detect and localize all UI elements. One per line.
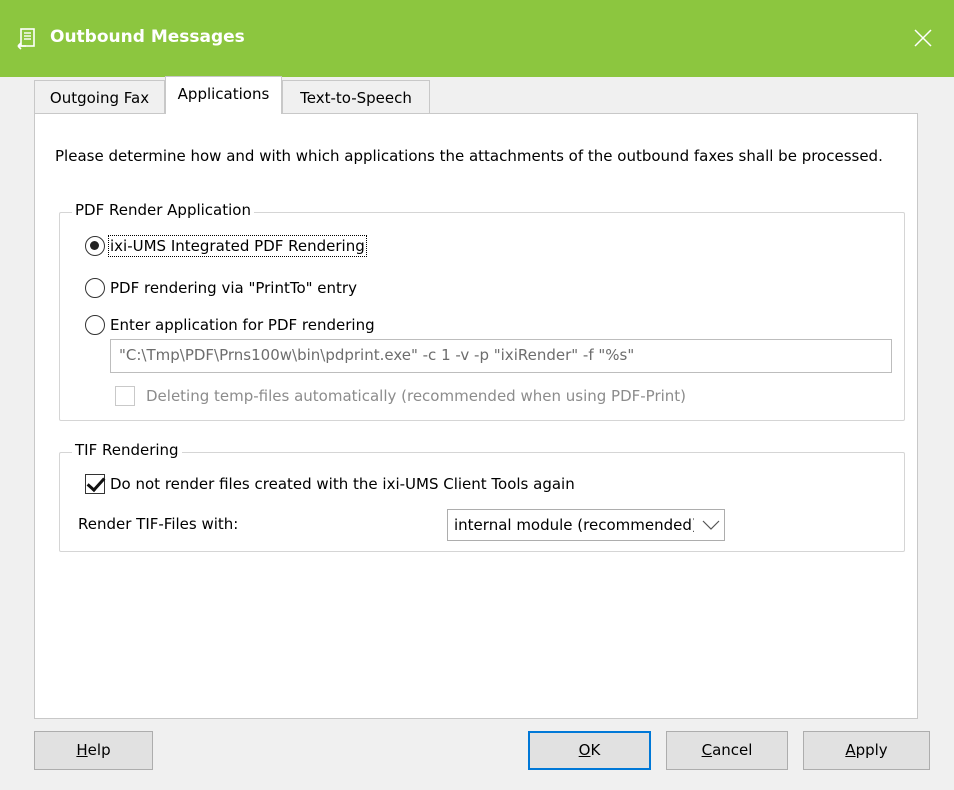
- ok-button[interactable]: OK: [528, 731, 651, 770]
- document-arrow-icon: [17, 28, 35, 50]
- pdf-render-group: PDF Render Application ixi-UMS Integrate…: [59, 201, 905, 421]
- cancel-button[interactable]: Cancel: [666, 731, 788, 770]
- render-with-value: internal module (recommended): [454, 516, 694, 534]
- description-text: Please determine how and with which appl…: [55, 147, 883, 165]
- help-button-label-rest: elp: [87, 741, 111, 759]
- apply-button[interactable]: Apply: [803, 731, 930, 770]
- radio-printto-label[interactable]: PDF rendering via "PrintTo" entry: [110, 279, 357, 297]
- tab-text-to-speech[interactable]: Text-to-Speech: [282, 80, 430, 116]
- tab-applications-label: Applications: [177, 85, 270, 103]
- pdf-render-legend: PDF Render Application: [72, 201, 254, 219]
- tab-text-to-speech-label: Text-to-Speech: [300, 89, 412, 107]
- radio-custom-app[interactable]: [85, 315, 105, 335]
- tab-outgoing-fax-label: Outgoing Fax: [49, 89, 150, 107]
- chevron-down-icon: [702, 519, 720, 531]
- tif-render-legend: TIF Rendering: [72, 441, 182, 459]
- delete-temp-checkbox[interactable]: [115, 386, 135, 406]
- render-with-select[interactable]: internal module (recommended): [447, 509, 725, 541]
- title-bar: Outbound Messages: [0, 0, 954, 77]
- cancel-button-label-rest: ancel: [712, 741, 753, 759]
- tif-render-group: TIF Rendering Do not render files create…: [59, 441, 905, 552]
- ok-button-label-rest: K: [590, 741, 601, 759]
- delete-temp-label: Deleting temp-files automatically (recom…: [146, 387, 687, 405]
- apply-button-mnemonic: A: [845, 741, 856, 759]
- help-button-label: Help: [76, 741, 110, 759]
- ok-button-mnemonic: O: [578, 741, 591, 759]
- cancel-button-mnemonic: C: [701, 741, 713, 759]
- cancel-button-label: Cancel: [702, 741, 753, 759]
- radio-integrated-pdf[interactable]: [85, 236, 105, 256]
- radio-custom-app-label[interactable]: Enter application for PDF rendering: [110, 316, 375, 334]
- no-render-checkbox[interactable]: [85, 474, 105, 494]
- no-render-label[interactable]: Do not render files created with the ixi…: [110, 475, 575, 493]
- ok-button-label: OK: [579, 741, 601, 759]
- applications-panel: Please determine how and with which appl…: [34, 113, 918, 719]
- help-button[interactable]: Help: [34, 731, 153, 770]
- close-icon[interactable]: [914, 29, 932, 47]
- radio-printto[interactable]: [85, 278, 105, 298]
- apply-button-label-rest: pply: [855, 741, 888, 759]
- tab-outgoing-fax[interactable]: Outgoing Fax: [34, 80, 165, 116]
- tab-applications[interactable]: Applications: [165, 76, 282, 114]
- help-button-mnemonic: H: [76, 741, 88, 759]
- pdf-command-input[interactable]: "C:\Tmp\PDF\Prns100w\bin\pdprint.exe" -c…: [110, 339, 892, 373]
- radio-integrated-pdf-label[interactable]: ixi-UMS Integrated PDF Rendering: [108, 235, 367, 257]
- apply-button-label: Apply: [845, 741, 887, 759]
- window-title: Outbound Messages: [50, 27, 245, 47]
- render-with-label: Render TIF-Files with:: [78, 515, 239, 533]
